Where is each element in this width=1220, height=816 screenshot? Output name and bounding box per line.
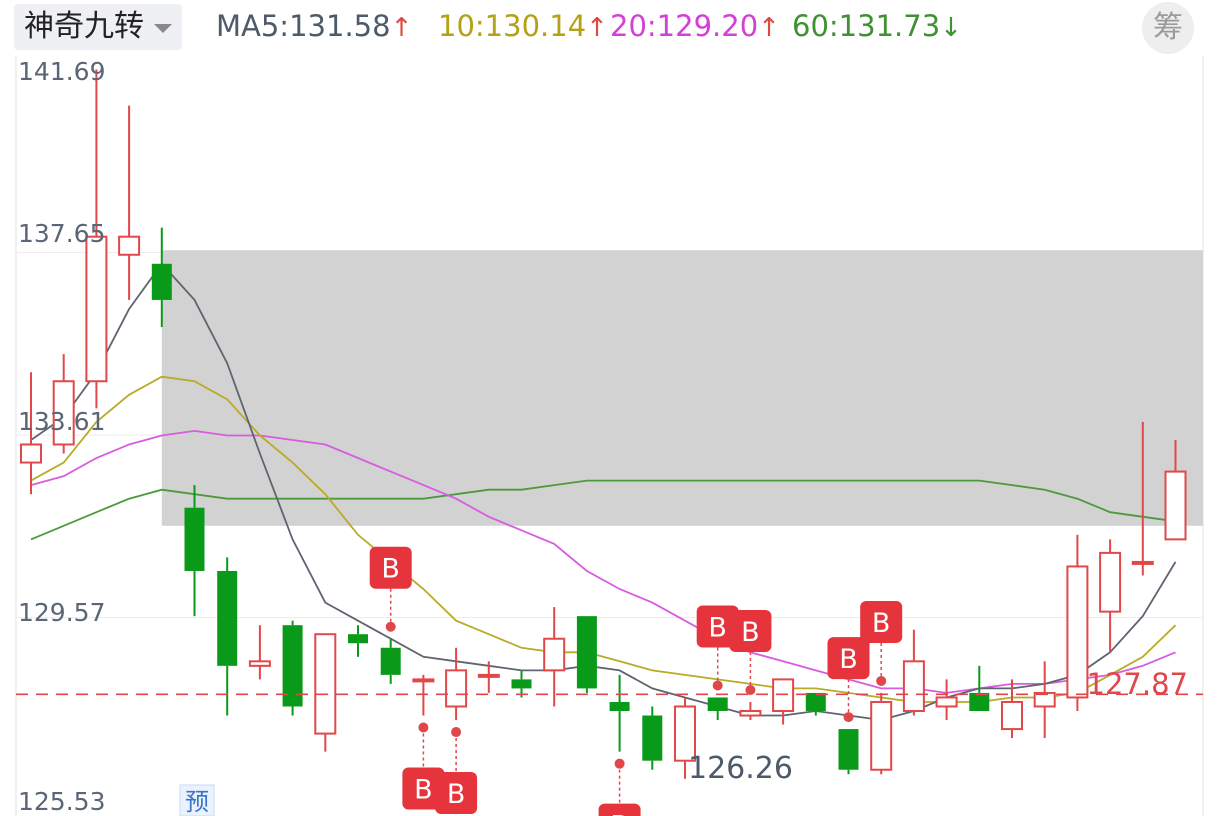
candle-body — [642, 715, 663, 761]
candle-body — [870, 700, 893, 771]
candle-body — [739, 710, 762, 717]
candle-body — [1001, 700, 1023, 731]
b-signal-label: B — [381, 554, 400, 585]
y-tick-label: 133.61 — [18, 407, 105, 436]
b-signal: B — [369, 546, 412, 632]
b-signal-dot — [385, 621, 396, 632]
candle-body — [151, 263, 172, 300]
candle-body — [969, 692, 990, 712]
candle — [314, 633, 337, 752]
candle — [445, 647, 468, 721]
candle-body — [576, 616, 597, 689]
y-tick-label: 125.53 — [18, 787, 105, 816]
candle-body — [543, 637, 566, 672]
candle — [282, 620, 303, 716]
b-signal: B — [827, 637, 870, 723]
b-signal-label: B — [741, 617, 760, 648]
candle — [707, 697, 728, 721]
b-signal-label: B — [839, 644, 858, 675]
candle-body — [805, 692, 826, 712]
forecast-label: 预 — [185, 788, 209, 816]
candle-body — [20, 443, 42, 464]
candle — [935, 679, 958, 721]
candle — [543, 607, 566, 707]
candle — [118, 105, 141, 300]
resistance-zone — [161, 250, 1203, 526]
b-signal-dot — [451, 727, 462, 738]
candle-body — [118, 235, 141, 256]
candle-body — [511, 679, 532, 689]
b-signal-dot — [614, 758, 625, 769]
b-signal-dot — [745, 684, 756, 695]
b-signal-label: B — [872, 608, 891, 639]
candle-body — [772, 678, 795, 713]
candle — [52, 354, 75, 454]
candle-body — [380, 647, 401, 675]
b-signal-label: B — [708, 612, 727, 643]
b-signal-label: B — [610, 811, 629, 816]
candle — [1099, 539, 1122, 653]
candle-body — [314, 633, 337, 735]
candle-body — [1099, 551, 1122, 613]
candle — [772, 678, 795, 725]
candle — [902, 629, 925, 716]
candle-body — [707, 697, 728, 712]
candle — [1066, 534, 1089, 712]
candle-body — [412, 678, 435, 683]
candle-body — [1066, 565, 1089, 699]
candle — [217, 557, 238, 716]
candle-body — [609, 701, 630, 712]
candle-body — [1164, 470, 1187, 541]
b-signal-dot — [712, 680, 723, 691]
candle-body — [184, 507, 205, 571]
b-signal-dot — [418, 722, 429, 733]
b-signal: B — [598, 758, 641, 816]
b-signal-label: B — [414, 775, 433, 806]
current-price-label: 127.87 — [1087, 667, 1188, 701]
candle — [1033, 661, 1056, 739]
low-price-label: 126.26 — [688, 751, 793, 786]
candle — [348, 625, 368, 657]
candle-body — [935, 696, 958, 708]
y-tick-label: 137.65 — [18, 219, 105, 248]
candle — [511, 670, 532, 698]
b-signal-label: B — [447, 779, 466, 810]
candle — [576, 616, 597, 693]
candle — [412, 674, 435, 716]
candle-body — [838, 729, 859, 770]
candle — [870, 692, 893, 775]
candle-body — [85, 235, 108, 383]
candle-body — [248, 660, 271, 667]
y-tick-label: 129.57 — [18, 598, 105, 627]
candle-body — [1131, 560, 1154, 565]
candle — [739, 701, 762, 721]
candle — [248, 625, 271, 680]
candle-body — [217, 570, 238, 666]
candle-body — [902, 660, 925, 713]
candle-body — [348, 634, 368, 644]
candle — [609, 674, 630, 752]
candle — [838, 729, 859, 775]
candle-body — [445, 669, 468, 708]
candle — [380, 638, 401, 684]
candle — [642, 706, 663, 770]
resistance-zone-layer — [161, 250, 1203, 526]
b-signal-dot — [876, 675, 887, 686]
y-tick-label: 141.69 — [18, 57, 105, 86]
candle-body — [477, 673, 500, 678]
candlestick-chart[interactable]: BBBBBBBB 141.69 137.65 133.61 129.57 125… — [0, 0, 1220, 816]
b-signal-dot — [843, 712, 854, 723]
